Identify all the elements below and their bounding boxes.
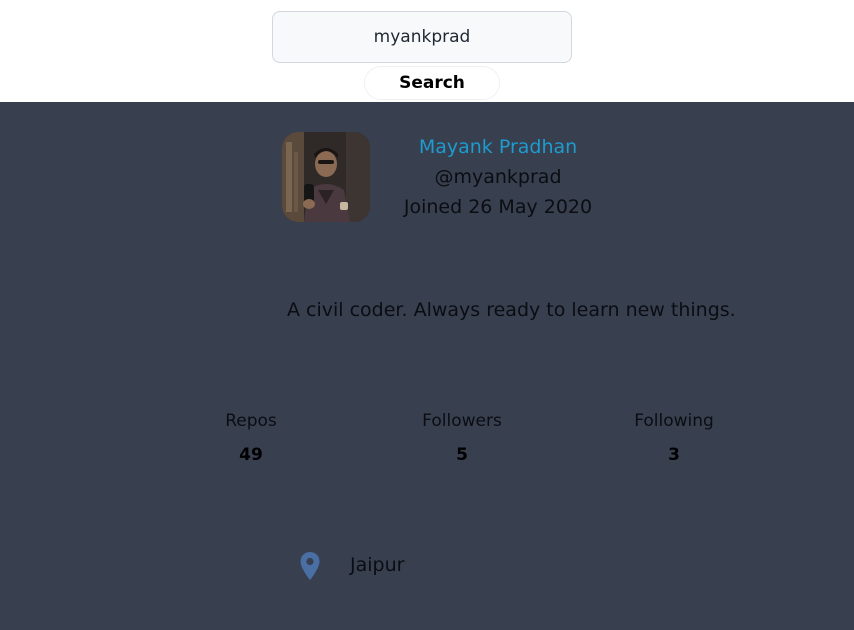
stat-repos: Repos 49 [176,409,326,467]
stat-followers: Followers 5 [387,409,537,467]
profile-name-link[interactable]: Mayank Pradhan [380,136,616,158]
stat-label: Repos [225,411,277,431]
stat-value: 49 [239,445,263,465]
search-button[interactable]: Search [364,66,500,100]
stat-value: 3 [668,445,680,465]
profile-handle: @myankprad [434,166,562,188]
stat-label: Following [634,411,714,431]
profile-bio: A civil coder. Always ready to learn new… [287,299,736,321]
avatar-image [282,132,370,222]
joined-date: Joined 26 May 2020 [403,196,593,218]
stat-value: 5 [456,445,468,465]
profile-card: Mayank Pradhan @myankprad Joined 26 May … [0,102,854,630]
avatar [282,132,370,222]
stat-label: Followers [422,411,502,431]
location-text: Jaipur [350,554,405,576]
search-bar: Search [0,0,854,102]
username-search-input[interactable] [272,11,572,63]
stat-following: Following 3 [599,409,749,467]
map-pin-icon [300,552,320,580]
